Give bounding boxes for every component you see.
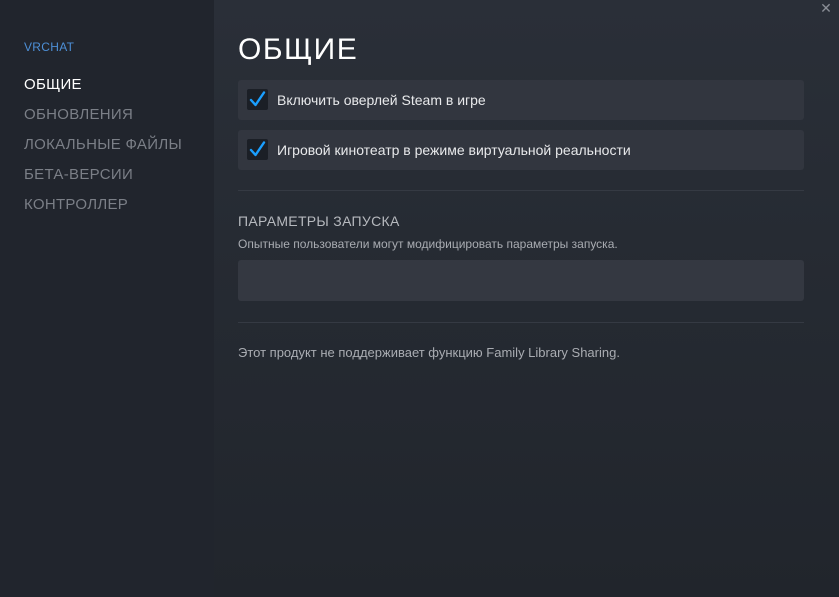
- sidebar-item-general[interactable]: ОБЩИЕ: [24, 74, 182, 104]
- sidebar-item-controller[interactable]: КОНТРОЛЛЕР: [24, 194, 182, 224]
- family-sharing-note: Этот продукт не поддерживает функцию Fam…: [238, 345, 620, 360]
- vr-theater-checkbox[interactable]: [247, 139, 268, 160]
- sidebar-item-updates[interactable]: ОБНОВЛЕНИЯ: [24, 104, 182, 134]
- app-name: VRCHAT: [24, 40, 75, 54]
- main-panel: ✕ ОБЩИЕ Включить оверлей Steam в игре Иг…: [214, 0, 839, 597]
- sidebar-nav: ОБЩИЕ ОБНОВЛЕНИЯ ЛОКАЛЬНЫЕ ФАЙЛЫ БЕТА-ВЕ…: [24, 74, 182, 224]
- checkmark-icon: [249, 141, 266, 157]
- overlay-option-label: Включить оверлей Steam в игре: [277, 92, 486, 108]
- divider: [238, 322, 804, 323]
- close-icon[interactable]: ✕: [819, 1, 833, 15]
- sidebar: VRCHAT ОБЩИЕ ОБНОВЛЕНИЯ ЛОКАЛЬНЫЕ ФАЙЛЫ …: [0, 0, 214, 597]
- checkmark-icon: [249, 91, 266, 107]
- launch-options-description: Опытные пользователи могут модифицироват…: [238, 237, 618, 251]
- launch-options-title: ПАРАМЕТРЫ ЗАПУСКА: [238, 213, 400, 229]
- sidebar-item-betas[interactable]: БЕТА-ВЕРСИИ: [24, 164, 182, 194]
- overlay-checkbox[interactable]: [247, 89, 268, 110]
- page-title: ОБЩИЕ: [238, 33, 359, 66]
- sidebar-item-local-files[interactable]: ЛОКАЛЬНЫЕ ФАЙЛЫ: [24, 134, 182, 164]
- vr-theater-option-label: Игровой кинотеатр в режиме виртуальной р…: [277, 142, 631, 158]
- vr-theater-option[interactable]: Игровой кинотеатр в режиме виртуальной р…: [238, 130, 804, 170]
- divider: [238, 190, 804, 191]
- launch-options-input[interactable]: [238, 260, 804, 301]
- overlay-option[interactable]: Включить оверлей Steam в игре: [238, 80, 804, 120]
